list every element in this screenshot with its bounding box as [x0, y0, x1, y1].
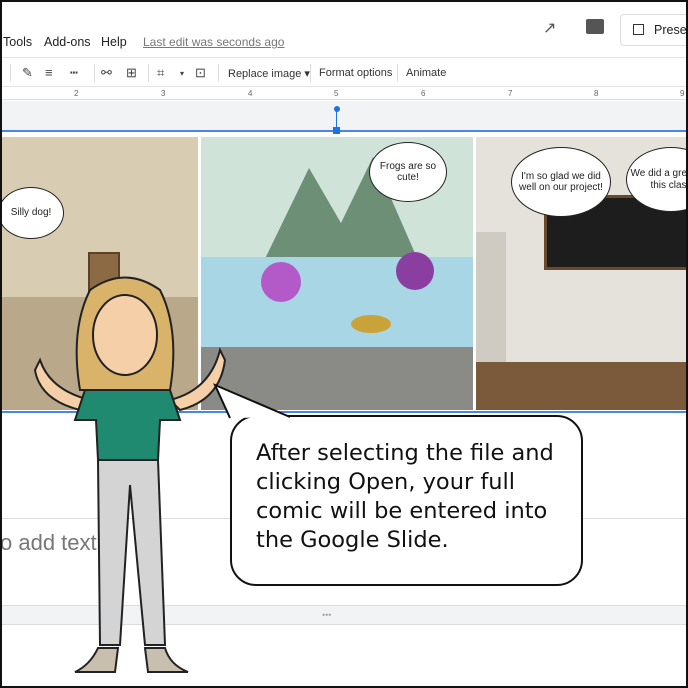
chevron-down-icon[interactable]: ▾: [180, 69, 184, 78]
ruler-tick: 7: [508, 89, 513, 98]
resize-handle[interactable]: [333, 127, 340, 134]
ruler-tick: 8: [594, 89, 599, 98]
ruler-tick: 2: [74, 89, 79, 98]
link-icon[interactable]: ⚯: [101, 65, 112, 81]
ruler-tick: 6: [421, 89, 426, 98]
animate-button[interactable]: Animate: [406, 67, 446, 79]
speech-bubble: Silly dog!: [0, 187, 64, 239]
callout-bubble: After selecting the file and clicking Op…: [230, 415, 583, 586]
canvas-background: [0, 101, 688, 131]
comic-panel-3[interactable]: I'm so glad we did well on our project! …: [476, 137, 688, 410]
callout-text: After selecting the file and clicking Op…: [256, 440, 554, 553]
rotate-handle[interactable]: [334, 106, 340, 112]
callout-tail: [213, 383, 291, 419]
ruler-tick: 4: [248, 89, 253, 98]
cartoon-teacher-character: [33, 276, 227, 673]
border-weight-icon[interactable]: ≡: [45, 65, 53, 80]
present-button[interactable]: Prese: [620, 14, 688, 46]
pen-icon[interactable]: ✎: [22, 65, 33, 81]
format-options-button[interactable]: Format options: [319, 67, 392, 79]
ruler-tick: 5: [334, 89, 339, 98]
toolbar: ✎ ≡ ┅ ⚯ ⊞ ⌗ ▾ ⊡ Replace image ▾ Format o…: [0, 57, 688, 87]
trending-up-icon[interactable]: ↗: [543, 18, 556, 38]
comment-icon[interactable]: [586, 19, 604, 34]
speech-bubble: I'm so glad we did well on our project!: [511, 147, 611, 217]
speech-bubble: Frogs are so cute!: [369, 142, 447, 202]
border-dash-icon[interactable]: ┅: [70, 65, 78, 81]
present-label: Prese: [654, 23, 687, 37]
ruler-tick: 3: [161, 89, 166, 98]
ruler-tick: 9: [680, 89, 685, 98]
reset-image-icon[interactable]: ⊡: [195, 65, 206, 81]
replace-image-button[interactable]: Replace image ▾: [228, 67, 310, 80]
last-edit-link[interactable]: Last edit was seconds ago: [143, 35, 284, 49]
present-icon: [633, 24, 644, 35]
menu-help[interactable]: Help: [101, 35, 127, 49]
menu-tools[interactable]: Tools: [3, 35, 32, 49]
add-comment-icon[interactable]: ⊞: [126, 65, 137, 81]
menu-addons[interactable]: Add-ons: [44, 35, 91, 49]
comic-panel-2[interactable]: Frogs are so cute!: [201, 137, 473, 410]
crop-icon[interactable]: ⌗: [157, 65, 164, 81]
ruler: 2 3 4 5 6 7 8 9: [0, 88, 688, 100]
selection-top-edge: [0, 130, 688, 132]
